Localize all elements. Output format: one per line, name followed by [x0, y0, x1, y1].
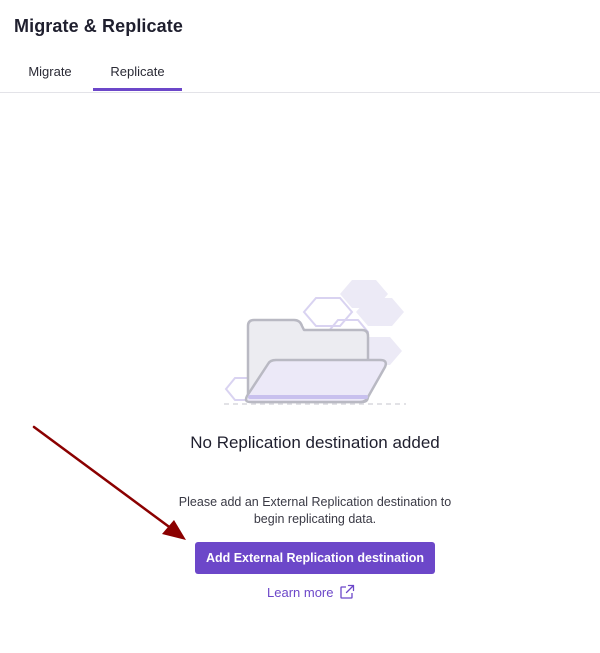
migrate-replicate-page: Migrate & Replicate Migrate Replicate No… [0, 0, 600, 653]
page-title: Migrate & Replicate [14, 16, 183, 36]
learn-more-link[interactable]: Learn more [267, 583, 355, 601]
add-external-replication-destination-button[interactable]: Add External Replication destination [195, 542, 435, 574]
tab-replicate[interactable]: Replicate [93, 55, 182, 91]
tab-migrate[interactable]: Migrate [10, 55, 90, 88]
empty-state-description: Please add an External Replication desti… [178, 495, 452, 526]
tab-bar: Migrate Replicate [0, 56, 600, 93]
external-link-icon [340, 584, 355, 599]
learn-more-label: Learn more [267, 584, 334, 600]
folder-icon [224, 280, 406, 405]
empty-state-title: No Replication destination added [190, 433, 440, 452]
